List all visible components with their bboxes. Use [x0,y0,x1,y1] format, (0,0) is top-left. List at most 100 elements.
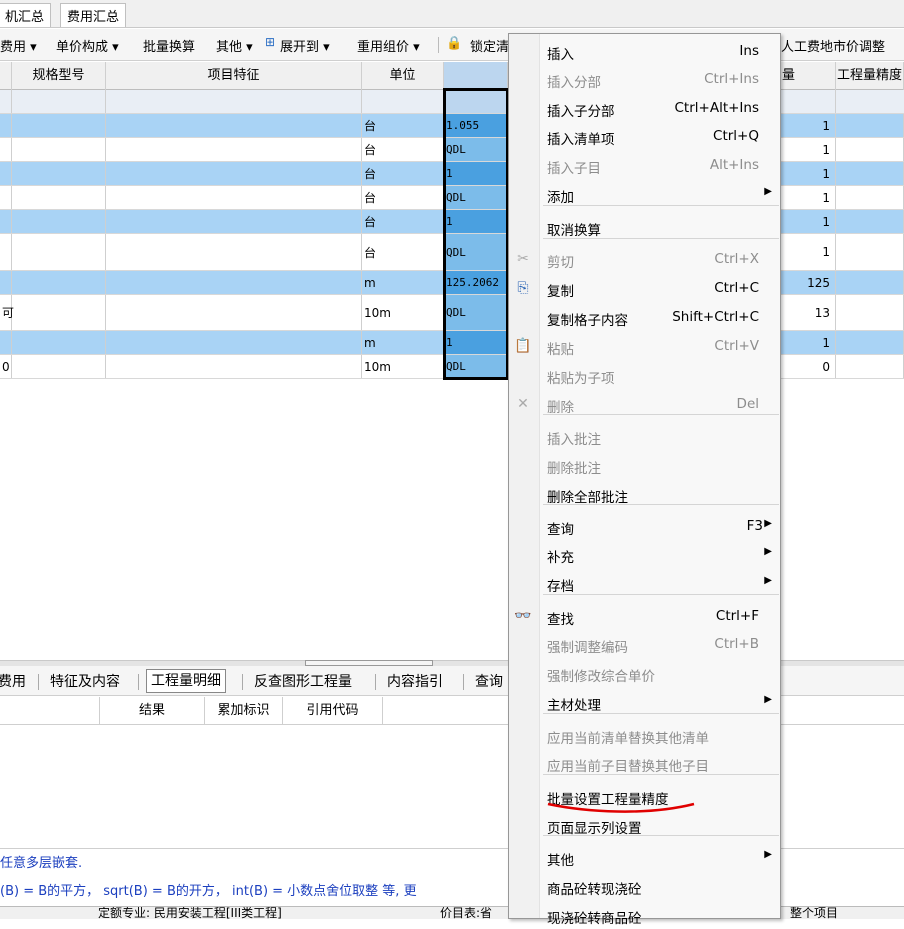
unit-cell[interactable]: 台 [362,162,444,185]
menu-item-insert[interactable]: 插入 Ins [509,37,780,65]
row-left-cell[interactable] [0,234,12,270]
tab-query[interactable]: 查询 [475,671,503,691]
row-left-cell[interactable] [0,114,12,137]
spec-cell[interactable] [12,210,106,233]
precision-cell[interactable] [836,162,904,185]
unit-cell[interactable]: 台 [362,210,444,233]
precision-cell[interactable] [836,295,904,330]
feature-cell[interactable] [106,234,362,270]
menu-item-apply-subitem-replace[interactable]: 应用当前子目替换其他子目 [509,749,780,777]
feature-cell[interactable] [106,331,362,354]
spec-cell[interactable] [12,271,106,294]
feature-cell[interactable] [106,295,362,330]
menu-item-delete-comment[interactable]: 删除批注 [509,451,780,479]
feature-cell[interactable] [106,162,362,185]
tab-machine-summary[interactable]: 机汇总 [0,3,52,27]
quantity-cell[interactable]: 1 [780,138,836,161]
menu-item-supplement[interactable]: 补充 ▶ [509,540,780,568]
precision-cell[interactable] [836,210,904,233]
tab-cost-summary[interactable]: 费用汇总 [60,3,127,27]
menu-item-commercial-to-cast[interactable]: 商品砼转现浇砼 [509,872,780,900]
menu-item-batch-set-precision[interactable]: 批量设置工程量精度 [509,782,780,810]
quantity-cell[interactable]: 0 [780,355,836,378]
precision-cell[interactable] [836,271,904,294]
row-left-cell[interactable]: 0 [0,355,12,378]
feature-cell[interactable] [106,138,362,161]
expression-cell[interactable]: QDL [444,234,508,270]
menu-item-copy[interactable]: ⎘ 复制 Ctrl+C [509,274,780,302]
expression-cell[interactable]: 1 [444,210,508,233]
quantity-cell[interactable]: 1 [780,210,836,233]
menu-item-paste[interactable]: 📋 粘贴 Ctrl+V [509,332,780,360]
row-left-cell[interactable] [0,210,12,233]
precision-cell[interactable] [836,331,904,354]
menu-item-page-column-settings[interactable]: 页面显示列设置 [509,811,780,839]
menu-item-insert-bill-item[interactable]: 插入清单项 Ctrl+Q [509,122,780,150]
menu-item-cancel-conversion[interactable]: 取消换算 [509,213,780,241]
feature-cell[interactable] [106,114,362,137]
unit-cell[interactable]: m [362,331,444,354]
quantity-cell[interactable]: 1 [780,114,836,137]
menu-item-insert-subsection[interactable]: 插入子分部 Ctrl+Alt+Ins [509,94,780,122]
precision-cell[interactable] [836,234,904,270]
row-left-cell[interactable] [0,186,12,209]
unit-cell[interactable]: 台 [362,114,444,137]
precision-cell[interactable] [836,138,904,161]
toolbar-other-menu[interactable]: 其他 ▾ [216,36,253,55]
toolbar-batch-convert-button[interactable]: 批量换算 [143,36,195,55]
row-left-cell[interactable] [0,271,12,294]
spec-cell[interactable] [12,162,106,185]
row-left-cell[interactable] [0,162,12,185]
unit-cell[interactable]: m [362,271,444,294]
toolbar-labor-price-adjust-button[interactable]: 人工费地市价调整 [781,36,885,55]
header-precision[interactable]: 工程量精度 [836,62,904,90]
unit-cell[interactable]: 台 [362,138,444,161]
menu-item-find[interactable]: 👓 查找 Ctrl+F [509,602,780,630]
header-accumulate-flag[interactable]: 累加标识 [205,697,283,725]
menu-item-delete-all-comments[interactable]: 删除全部批注 [509,480,780,508]
feature-cell[interactable] [106,355,362,378]
quantity-cell[interactable]: 1 [780,234,836,270]
spec-cell[interactable] [12,186,106,209]
expression-cell[interactable]: QDL [444,355,508,378]
quantity-cell[interactable]: 1 [780,186,836,209]
toolbar-fee-menu[interactable]: 费用 ▾ [0,36,37,55]
spec-cell[interactable] [12,138,106,161]
toolbar-expand-to-menu[interactable]: 展开到 ▾ [280,36,330,55]
header-unit[interactable]: 单位 [362,62,444,90]
header-expression[interactable] [444,62,508,90]
unit-cell[interactable]: 台 [362,234,444,270]
header-quantity[interactable]: 量 [780,62,836,90]
expression-cell[interactable]: 125.2062 [444,271,508,294]
tab-content-guide[interactable]: 内容指引 [387,671,443,691]
menu-item-delete[interactable]: ✕ 删除 Del [509,390,780,418]
unit-cell[interactable]: 10m [362,355,444,378]
toolbar-unit-price-menu[interactable]: 单价构成 ▾ [56,36,119,55]
menu-item-insert-comment[interactable]: 插入批注 [509,422,780,450]
quantity-cell[interactable]: 13 [780,295,836,330]
spec-cell[interactable] [12,234,106,270]
menu-item-copy-cell-content[interactable]: 复制格子内容 Shift+Ctrl+C [509,303,780,331]
tab-fee[interactable]: 费用 [0,671,26,691]
expression-cell[interactable]: QDL [444,295,508,330]
precision-cell[interactable] [836,114,904,137]
expression-cell[interactable]: 1.055 [444,114,508,137]
spec-cell[interactable] [12,355,106,378]
menu-item-insert-subitem[interactable]: 插入子目 Alt+Ins [509,151,780,179]
unit-cell[interactable]: 台 [362,186,444,209]
spec-cell[interactable] [12,114,106,137]
spec-cell[interactable] [12,331,106,354]
expression-cell[interactable]: QDL [444,186,508,209]
expression-cell[interactable]: QDL [444,138,508,161]
row-left-cell[interactable] [0,331,12,354]
row-left-cell[interactable]: 可 [0,295,14,330]
header-ref-code[interactable]: 引用代码 [283,697,383,725]
menu-item-query[interactable]: 查询 F3 ▶ [509,512,780,540]
spec-cell[interactable] [12,295,106,330]
menu-item-archive[interactable]: 存档 ▶ [509,569,780,597]
feature-cell[interactable] [106,186,362,209]
menu-item-add[interactable]: 添加 ▶ [509,180,780,208]
menu-item-cast-to-commercial[interactable]: 现浇砼转商品砼 [509,901,780,929]
quantity-cell[interactable]: 1 [780,331,836,354]
menu-item-other[interactable]: 其他 ▶ [509,843,780,871]
